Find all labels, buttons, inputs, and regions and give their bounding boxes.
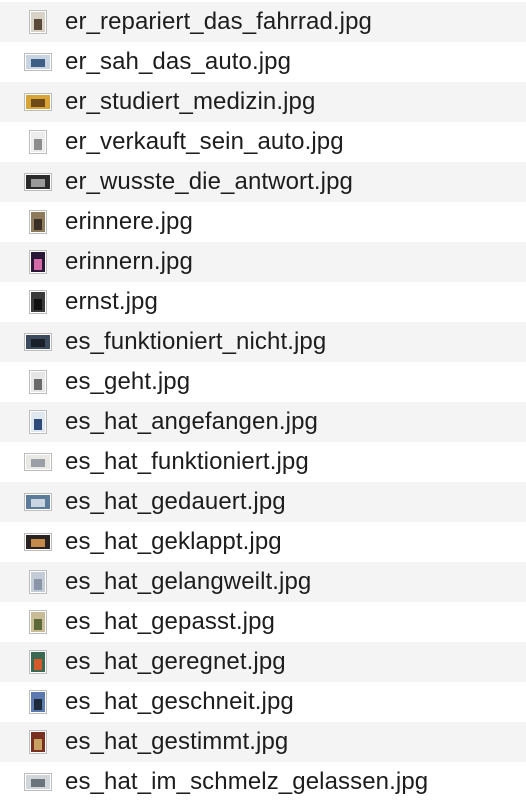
file-list: er_repariert_das_fahrrad.jpg er_sah_das_a…	[0, 2, 526, 802]
photo-thumbnail-icon	[23, 650, 53, 674]
photo-thumbnail-icon	[23, 370, 53, 394]
photo-thumbnail-icon	[23, 690, 53, 714]
photo-thumbnail-icon	[23, 93, 53, 111]
file-row[interactable]: es_hat_angefangen.jpg	[0, 402, 526, 442]
file-name: es_hat_geregnet.jpg	[65, 648, 286, 675]
file-name: erinnere.jpg	[65, 208, 193, 235]
file-name: er_studiert_medizin.jpg	[65, 88, 316, 115]
file-name: erinnern.jpg	[65, 248, 193, 275]
file-name: es_hat_gepasst.jpg	[65, 608, 275, 635]
file-row[interactable]: er_verkauft_sein_auto.jpg	[0, 122, 526, 162]
file-row[interactable]: er_repariert_das_fahrrad.jpg	[0, 2, 526, 42]
file-row[interactable]: er_sah_das_auto.jpg	[0, 42, 526, 82]
file-name: ernst.jpg	[65, 288, 158, 315]
file-name: es_hat_im_schmelz_gelassen.jpg	[65, 768, 429, 795]
file-row[interactable]: ernst.jpg	[0, 282, 526, 322]
file-row[interactable]: es_hat_gelangweilt.jpg	[0, 562, 526, 602]
photo-thumbnail-icon	[23, 53, 53, 71]
photo-thumbnail-icon	[23, 173, 53, 191]
file-row[interactable]: erinnere.jpg	[0, 202, 526, 242]
file-row[interactable]: es_hat_geklappt.jpg	[0, 522, 526, 562]
file-row[interactable]: es_hat_gestimmt.jpg	[0, 722, 526, 762]
file-name: es_hat_gestimmt.jpg	[65, 728, 289, 755]
file-row[interactable]: es_hat_geregnet.jpg	[0, 642, 526, 682]
file-name: es_geht.jpg	[65, 368, 191, 395]
file-name: es_hat_funktioniert.jpg	[65, 448, 309, 475]
photo-thumbnail-icon	[23, 290, 53, 314]
photo-thumbnail-icon	[23, 773, 53, 791]
file-row[interactable]: er_studiert_medizin.jpg	[0, 82, 526, 122]
file-row[interactable]: es_hat_gedauert.jpg	[0, 482, 526, 522]
photo-thumbnail-icon	[23, 333, 53, 351]
file-row[interactable]: erinnern.jpg	[0, 242, 526, 282]
file-name: es_hat_gedauert.jpg	[65, 488, 286, 515]
photo-thumbnail-icon	[23, 130, 53, 154]
file-row[interactable]: es_hat_gepasst.jpg	[0, 602, 526, 642]
photo-thumbnail-icon	[23, 493, 53, 511]
photo-thumbnail-icon	[23, 730, 53, 754]
file-name: es_hat_gelangweilt.jpg	[65, 568, 312, 595]
photo-thumbnail-icon	[23, 570, 53, 594]
file-row[interactable]: es_funktioniert_nicht.jpg	[0, 322, 526, 362]
file-name: es_hat_geschneit.jpg	[65, 688, 294, 715]
photo-thumbnail-icon	[23, 410, 53, 434]
photo-thumbnail-icon	[23, 610, 53, 634]
file-row[interactable]: es_hat_geschneit.jpg	[0, 682, 526, 722]
photo-thumbnail-icon	[23, 210, 53, 234]
file-row[interactable]: es_hat_im_schmelz_gelassen.jpg	[0, 762, 526, 802]
file-row[interactable]: er_wusste_die_antwort.jpg	[0, 162, 526, 202]
photo-thumbnail-icon	[23, 453, 53, 471]
file-name: es_funktioniert_nicht.jpg	[65, 328, 327, 355]
file-row[interactable]: es_hat_funktioniert.jpg	[0, 442, 526, 482]
file-name: er_verkauft_sein_auto.jpg	[65, 128, 344, 155]
file-name: er_wusste_die_antwort.jpg	[65, 168, 354, 195]
file-name: er_repariert_das_fahrrad.jpg	[65, 8, 372, 35]
file-name: es_hat_geklappt.jpg	[65, 528, 282, 555]
photo-thumbnail-icon	[23, 250, 53, 274]
file-name: es_hat_angefangen.jpg	[65, 408, 318, 435]
photo-thumbnail-icon	[23, 10, 53, 34]
file-name: er_sah_das_auto.jpg	[65, 48, 292, 75]
photo-thumbnail-icon	[23, 533, 53, 551]
file-row[interactable]: es_geht.jpg	[0, 362, 526, 402]
